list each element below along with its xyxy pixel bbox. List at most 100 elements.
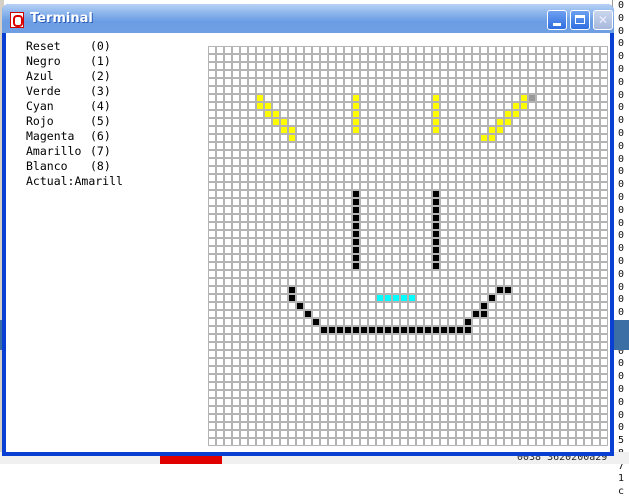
grid-cell[interactable] bbox=[528, 374, 536, 382]
grid-cell[interactable] bbox=[472, 398, 480, 406]
grid-cell[interactable] bbox=[304, 342, 312, 350]
grid-cell[interactable] bbox=[520, 150, 528, 158]
grid-cell[interactable] bbox=[560, 230, 568, 238]
grid-cell[interactable] bbox=[536, 406, 544, 414]
grid-cell[interactable] bbox=[304, 118, 312, 126]
grid-cell[interactable] bbox=[544, 374, 552, 382]
grid-cell[interactable] bbox=[528, 238, 536, 246]
grid-cell[interactable] bbox=[424, 214, 432, 222]
grid-cell[interactable] bbox=[440, 254, 448, 262]
grid-cell[interactable] bbox=[256, 238, 264, 246]
grid-cell[interactable] bbox=[448, 294, 456, 302]
grid-cell[interactable] bbox=[336, 278, 344, 286]
grid-cell[interactable] bbox=[440, 94, 448, 102]
painted-cell[interactable] bbox=[352, 206, 360, 214]
grid-cell[interactable] bbox=[544, 262, 552, 270]
grid-cell[interactable] bbox=[440, 166, 448, 174]
grid-cell[interactable] bbox=[272, 230, 280, 238]
grid-cell[interactable] bbox=[512, 238, 520, 246]
grid-cell[interactable] bbox=[328, 222, 336, 230]
grid-cell[interactable] bbox=[320, 134, 328, 142]
grid-cell[interactable] bbox=[456, 118, 464, 126]
grid-cell[interactable] bbox=[208, 158, 216, 166]
grid-cell[interactable] bbox=[424, 70, 432, 78]
grid-cell[interactable] bbox=[288, 342, 296, 350]
grid-cell[interactable] bbox=[232, 150, 240, 158]
grid-cell[interactable] bbox=[296, 166, 304, 174]
grid-cell[interactable] bbox=[296, 390, 304, 398]
grid-cell[interactable] bbox=[240, 262, 248, 270]
grid-cell[interactable] bbox=[360, 198, 368, 206]
grid-cell[interactable] bbox=[544, 390, 552, 398]
grid-cell[interactable] bbox=[504, 382, 512, 390]
grid-cell[interactable] bbox=[592, 318, 600, 326]
grid-cell[interactable] bbox=[536, 254, 544, 262]
grid-cell[interactable] bbox=[504, 422, 512, 430]
grid-cell[interactable] bbox=[232, 334, 240, 342]
grid-cell[interactable] bbox=[240, 438, 248, 446]
grid-cell[interactable] bbox=[480, 182, 488, 190]
grid-cell[interactable] bbox=[296, 150, 304, 158]
grid-cell[interactable] bbox=[280, 254, 288, 262]
grid-cell[interactable] bbox=[208, 246, 216, 254]
grid-cell[interactable] bbox=[472, 142, 480, 150]
grid-cell[interactable] bbox=[344, 366, 352, 374]
grid-cell[interactable] bbox=[352, 342, 360, 350]
grid-cell[interactable] bbox=[304, 270, 312, 278]
grid-cell[interactable] bbox=[376, 198, 384, 206]
grid-cell[interactable] bbox=[512, 46, 520, 54]
grid-cell[interactable] bbox=[392, 198, 400, 206]
grid-cell[interactable] bbox=[304, 294, 312, 302]
grid-cell[interactable] bbox=[344, 110, 352, 118]
painted-cell[interactable] bbox=[352, 246, 360, 254]
grid-cell[interactable] bbox=[464, 190, 472, 198]
grid-cell[interactable] bbox=[408, 190, 416, 198]
grid-cell[interactable] bbox=[376, 254, 384, 262]
grid-cell[interactable] bbox=[448, 246, 456, 254]
grid-cell[interactable] bbox=[232, 270, 240, 278]
grid-cell[interactable] bbox=[296, 214, 304, 222]
grid-cell[interactable] bbox=[408, 198, 416, 206]
grid-cell[interactable] bbox=[376, 54, 384, 62]
grid-cell[interactable] bbox=[568, 262, 576, 270]
grid-cell[interactable] bbox=[264, 222, 272, 230]
grid-cell[interactable] bbox=[584, 150, 592, 158]
grid-cell[interactable] bbox=[288, 206, 296, 214]
grid-cell[interactable] bbox=[400, 118, 408, 126]
grid-cell[interactable] bbox=[352, 70, 360, 78]
grid-cell[interactable] bbox=[464, 278, 472, 286]
grid-cell[interactable] bbox=[312, 246, 320, 254]
grid-cell[interactable] bbox=[432, 150, 440, 158]
grid-cell[interactable] bbox=[536, 382, 544, 390]
grid-cell[interactable] bbox=[216, 190, 224, 198]
grid-cell[interactable] bbox=[592, 430, 600, 438]
grid-cell[interactable] bbox=[352, 374, 360, 382]
grid-cell[interactable] bbox=[216, 46, 224, 54]
grid-cell[interactable] bbox=[248, 174, 256, 182]
grid-cell[interactable] bbox=[600, 270, 608, 278]
grid-cell[interactable] bbox=[312, 134, 320, 142]
grid-cell[interactable] bbox=[336, 238, 344, 246]
grid-cell[interactable] bbox=[384, 222, 392, 230]
grid-cell[interactable] bbox=[256, 86, 264, 94]
grid-cell[interactable] bbox=[224, 102, 232, 110]
grid-cell[interactable] bbox=[280, 142, 288, 150]
grid-cell[interactable] bbox=[224, 246, 232, 254]
grid-cell[interactable] bbox=[392, 70, 400, 78]
grid-cell[interactable] bbox=[480, 286, 488, 294]
grid-cell[interactable] bbox=[224, 158, 232, 166]
grid-cell[interactable] bbox=[600, 294, 608, 302]
grid-cell[interactable] bbox=[440, 334, 448, 342]
painted-cell[interactable] bbox=[464, 326, 472, 334]
grid-cell[interactable] bbox=[432, 438, 440, 446]
grid-cell[interactable] bbox=[312, 142, 320, 150]
grid-cell[interactable] bbox=[336, 230, 344, 238]
grid-cell[interactable] bbox=[512, 318, 520, 326]
grid-cell[interactable] bbox=[432, 286, 440, 294]
grid-cell[interactable] bbox=[312, 366, 320, 374]
grid-cell[interactable] bbox=[392, 422, 400, 430]
grid-cell[interactable] bbox=[528, 110, 536, 118]
grid-cell[interactable] bbox=[568, 230, 576, 238]
grid-cell[interactable] bbox=[440, 86, 448, 94]
grid-cell[interactable] bbox=[400, 270, 408, 278]
